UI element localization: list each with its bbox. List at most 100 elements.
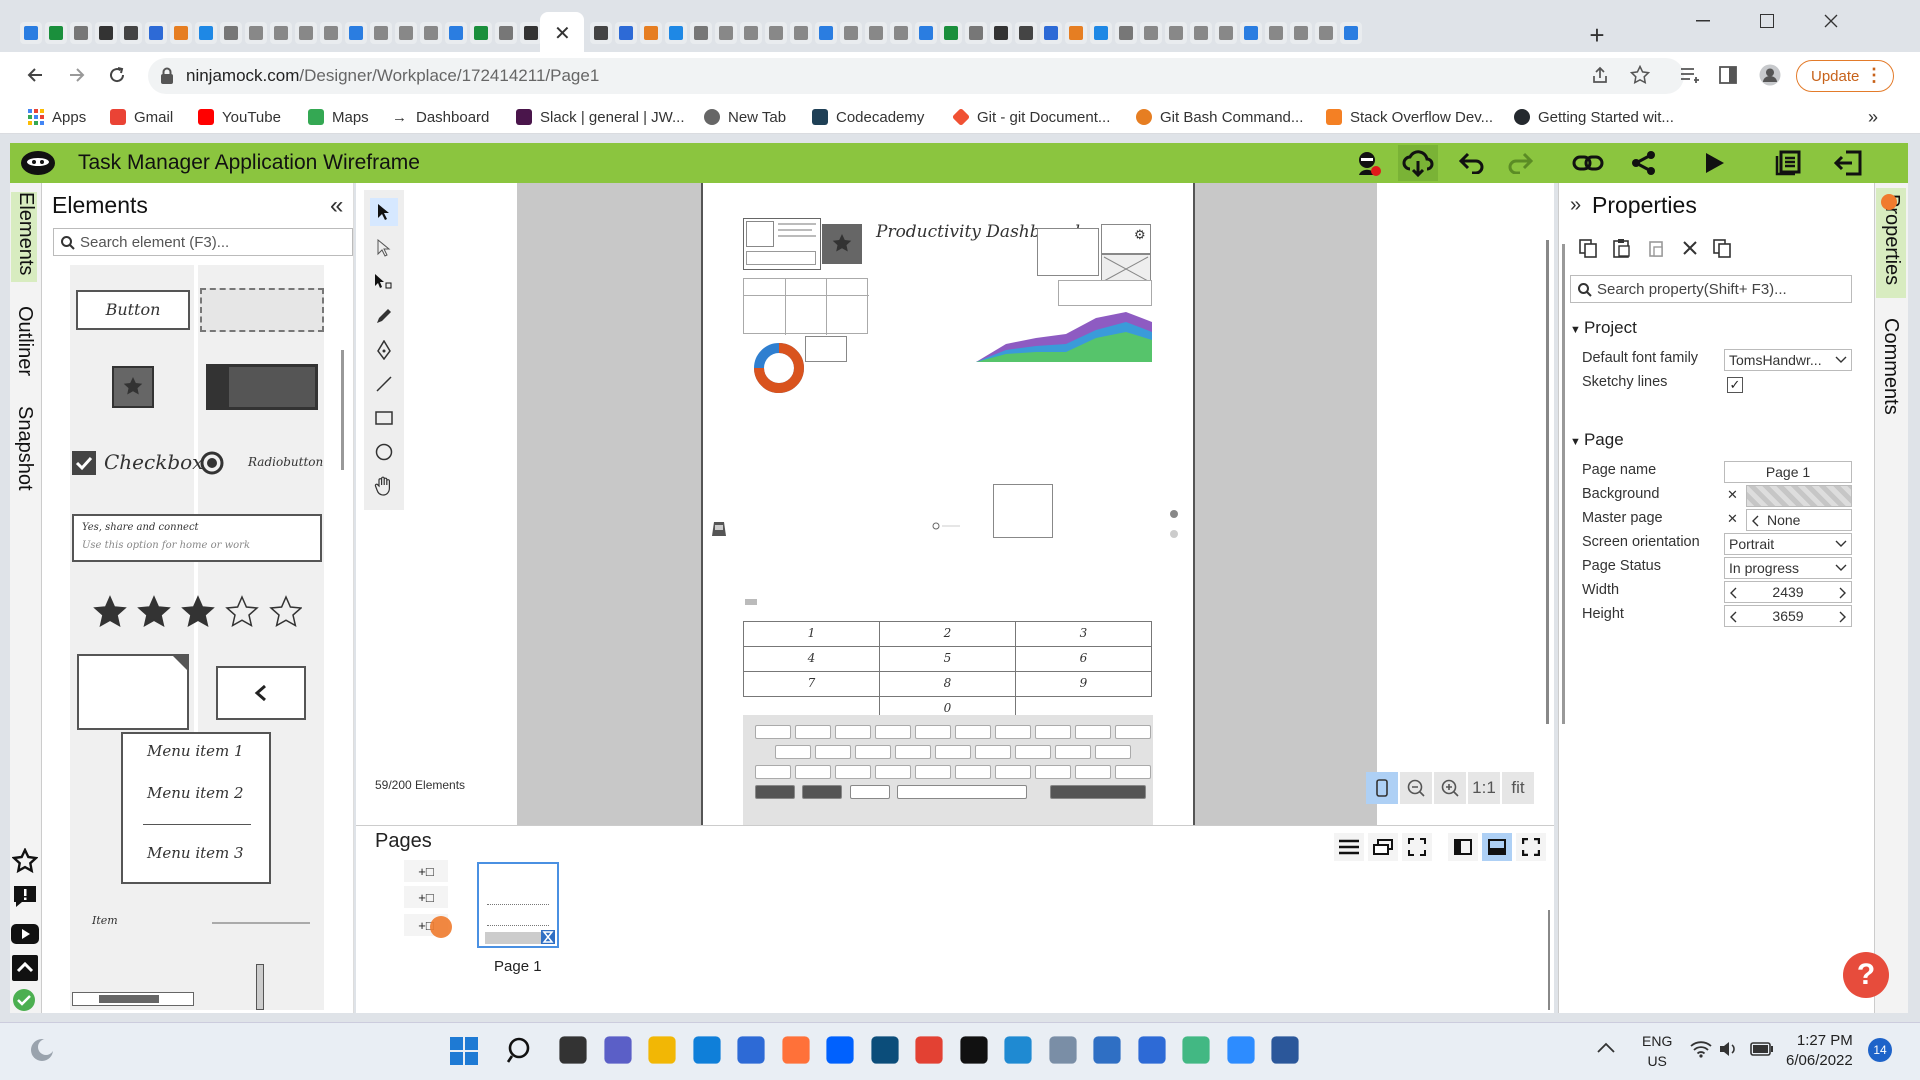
- bookmark-stack-overflow[interactable]: Stack Overflow Dev...: [1326, 107, 1493, 127]
- palette-scrollbar-horizontal[interactable]: [72, 992, 194, 1006]
- browser-tab[interactable]: [1215, 22, 1237, 44]
- update-button[interactable]: Update ⋮: [1796, 60, 1894, 92]
- gear-icon[interactable]: ⚙: [1134, 227, 1146, 243]
- palette-menu[interactable]: Menu item 1 Menu item 2 Menu item 3: [121, 732, 271, 884]
- keypad-key[interactable]: 6: [1015, 646, 1152, 672]
- minimize-button[interactable]: [1678, 6, 1728, 36]
- bookmark-new-tab[interactable]: New Tab: [704, 107, 786, 127]
- bookmarks-overflow-button[interactable]: »: [1868, 107, 1878, 127]
- bottom-layout-button[interactable]: [1482, 833, 1512, 861]
- bookmark-star-button[interactable]: [1625, 60, 1655, 90]
- browser-tab[interactable]: [915, 22, 937, 44]
- store-icon[interactable]: [737, 1036, 765, 1064]
- teams-icon[interactable]: [603, 1036, 632, 1064]
- browser-tab[interactable]: [1240, 22, 1262, 44]
- numbers-icon[interactable]: [1137, 1036, 1166, 1064]
- browser-tab[interactable]: [590, 22, 612, 44]
- add-page-button[interactable]: +□: [404, 886, 448, 908]
- browser-tab[interactable]: [1165, 22, 1187, 44]
- windows-start-icon[interactable]: [450, 1037, 478, 1065]
- help-button[interactable]: ?: [1843, 952, 1889, 998]
- clear-master-page-icon[interactable]: ✕: [1727, 511, 1738, 527]
- browser-tab[interactable]: [420, 22, 442, 44]
- paste-style-icon[interactable]: [1646, 238, 1666, 258]
- bookmark-codecademy[interactable]: Codecademy: [812, 107, 924, 127]
- browser-tab[interactable]: [1015, 22, 1037, 44]
- forward-button[interactable]: [62, 60, 92, 90]
- palette-vertical-slider[interactable]: [256, 964, 264, 1010]
- browser-tab[interactable]: [715, 22, 737, 44]
- browser-tab[interactable]: [1040, 22, 1062, 44]
- user-collaborator-button[interactable]: [1348, 145, 1388, 181]
- chevron-left-icon[interactable]: [1729, 611, 1737, 623]
- palette-back-button[interactable]: [216, 666, 306, 720]
- canvas-vertical-scrollbar[interactable]: [1546, 240, 1549, 724]
- keypad-key[interactable]: 3: [1015, 621, 1152, 647]
- close-tab-icon[interactable]: ✕: [554, 21, 571, 46]
- notion-icon[interactable]: [959, 1036, 988, 1064]
- property-search-input[interactable]: Search property(Shift+ F3)...: [1570, 275, 1852, 303]
- project-section-header[interactable]: ▼ Project: [1570, 318, 1637, 338]
- height-stepper[interactable]: 3659: [1724, 605, 1852, 627]
- radiobutton-icon[interactable]: [200, 451, 224, 475]
- save-cloud-button[interactable]: [1398, 145, 1438, 181]
- select-tool[interactable]: [370, 198, 398, 226]
- document-title[interactable]: Task Manager Application Wireframe: [78, 151, 420, 175]
- browser-tab[interactable]: [615, 22, 637, 44]
- intellij-icon[interactable]: [870, 1036, 899, 1064]
- browser-tab[interactable]: [520, 22, 542, 44]
- link-button[interactable]: [1568, 145, 1608, 181]
- back-button[interactable]: [20, 60, 50, 90]
- close-window-button[interactable]: [1806, 6, 1856, 36]
- browser-tab[interactable]: [1115, 22, 1137, 44]
- tab-snapshot[interactable]: Snapshot: [13, 406, 36, 491]
- palette-textbox[interactable]: Yes, share and connect Use this option f…: [72, 514, 322, 562]
- delete-icon[interactable]: [1680, 238, 1700, 258]
- properties-scrollbar[interactable]: [1562, 244, 1565, 724]
- browser-tab[interactable]: [320, 22, 342, 44]
- sketchy-lines-checkbox[interactable]: ✓: [1727, 377, 1743, 393]
- path-select-tool[interactable]: [370, 268, 398, 296]
- photos-icon[interactable]: [1093, 1036, 1121, 1064]
- browser-tab[interactable]: [295, 22, 317, 44]
- reading-list-button[interactable]: [1675, 60, 1705, 90]
- mock-card[interactable]: [743, 218, 821, 270]
- chevron-up-icon[interactable]: [1596, 1040, 1616, 1054]
- page-thumbnail[interactable]: [477, 862, 559, 948]
- active-tab[interactable]: ✕: [540, 12, 584, 56]
- chart-app-icon[interactable]: [1048, 1036, 1077, 1064]
- collapse-up-icon[interactable]: [12, 955, 38, 981]
- language-indicator[interactable]: ENG US: [1642, 1031, 1672, 1071]
- youtube-icon[interactable]: [11, 924, 39, 944]
- rectangle-tool[interactable]: [370, 404, 398, 432]
- weather-icon[interactable]: [28, 1036, 56, 1064]
- line-tool[interactable]: [370, 370, 398, 398]
- volume-icon[interactable]: [1718, 1040, 1740, 1058]
- chevron-right-icon[interactable]: [1839, 611, 1847, 623]
- bookmark-maps[interactable]: Maps: [308, 107, 369, 127]
- browser-tab[interactable]: [965, 22, 987, 44]
- browser-tab[interactable]: [990, 22, 1012, 44]
- side-panel-button[interactable]: [1713, 60, 1743, 90]
- duplicate-icon[interactable]: [1712, 238, 1732, 258]
- browser-tab[interactable]: [170, 22, 192, 44]
- feedback-icon[interactable]: [12, 884, 38, 908]
- wifi-icon[interactable]: [1690, 1040, 1712, 1058]
- bookmark-gmail[interactable]: Gmail: [110, 107, 173, 127]
- left-layout-button[interactable]: [1448, 833, 1478, 861]
- chevron-left-icon[interactable]: [1729, 587, 1737, 599]
- ellipse-tool[interactable]: [370, 438, 398, 466]
- browser-tab[interactable]: [370, 22, 392, 44]
- keypad-key[interactable]: 5: [879, 646, 1016, 672]
- browser-tab[interactable]: [1340, 22, 1362, 44]
- palette-progressbar[interactable]: [206, 364, 318, 410]
- mock-image[interactable]: [822, 224, 862, 264]
- palette-sticky-note[interactable]: [77, 654, 189, 730]
- screen-orientation-select[interactable]: Portrait: [1724, 533, 1852, 555]
- system-clock[interactable]: 1:27 PM 6/06/2022: [1786, 1031, 1853, 1071]
- browser-tab[interactable]: [1190, 22, 1212, 44]
- copy-icon[interactable]: [1578, 238, 1598, 258]
- browser-tab[interactable]: [195, 22, 217, 44]
- direct-select-tool[interactable]: [370, 234, 398, 262]
- zoom-icon[interactable]: [1226, 1036, 1255, 1064]
